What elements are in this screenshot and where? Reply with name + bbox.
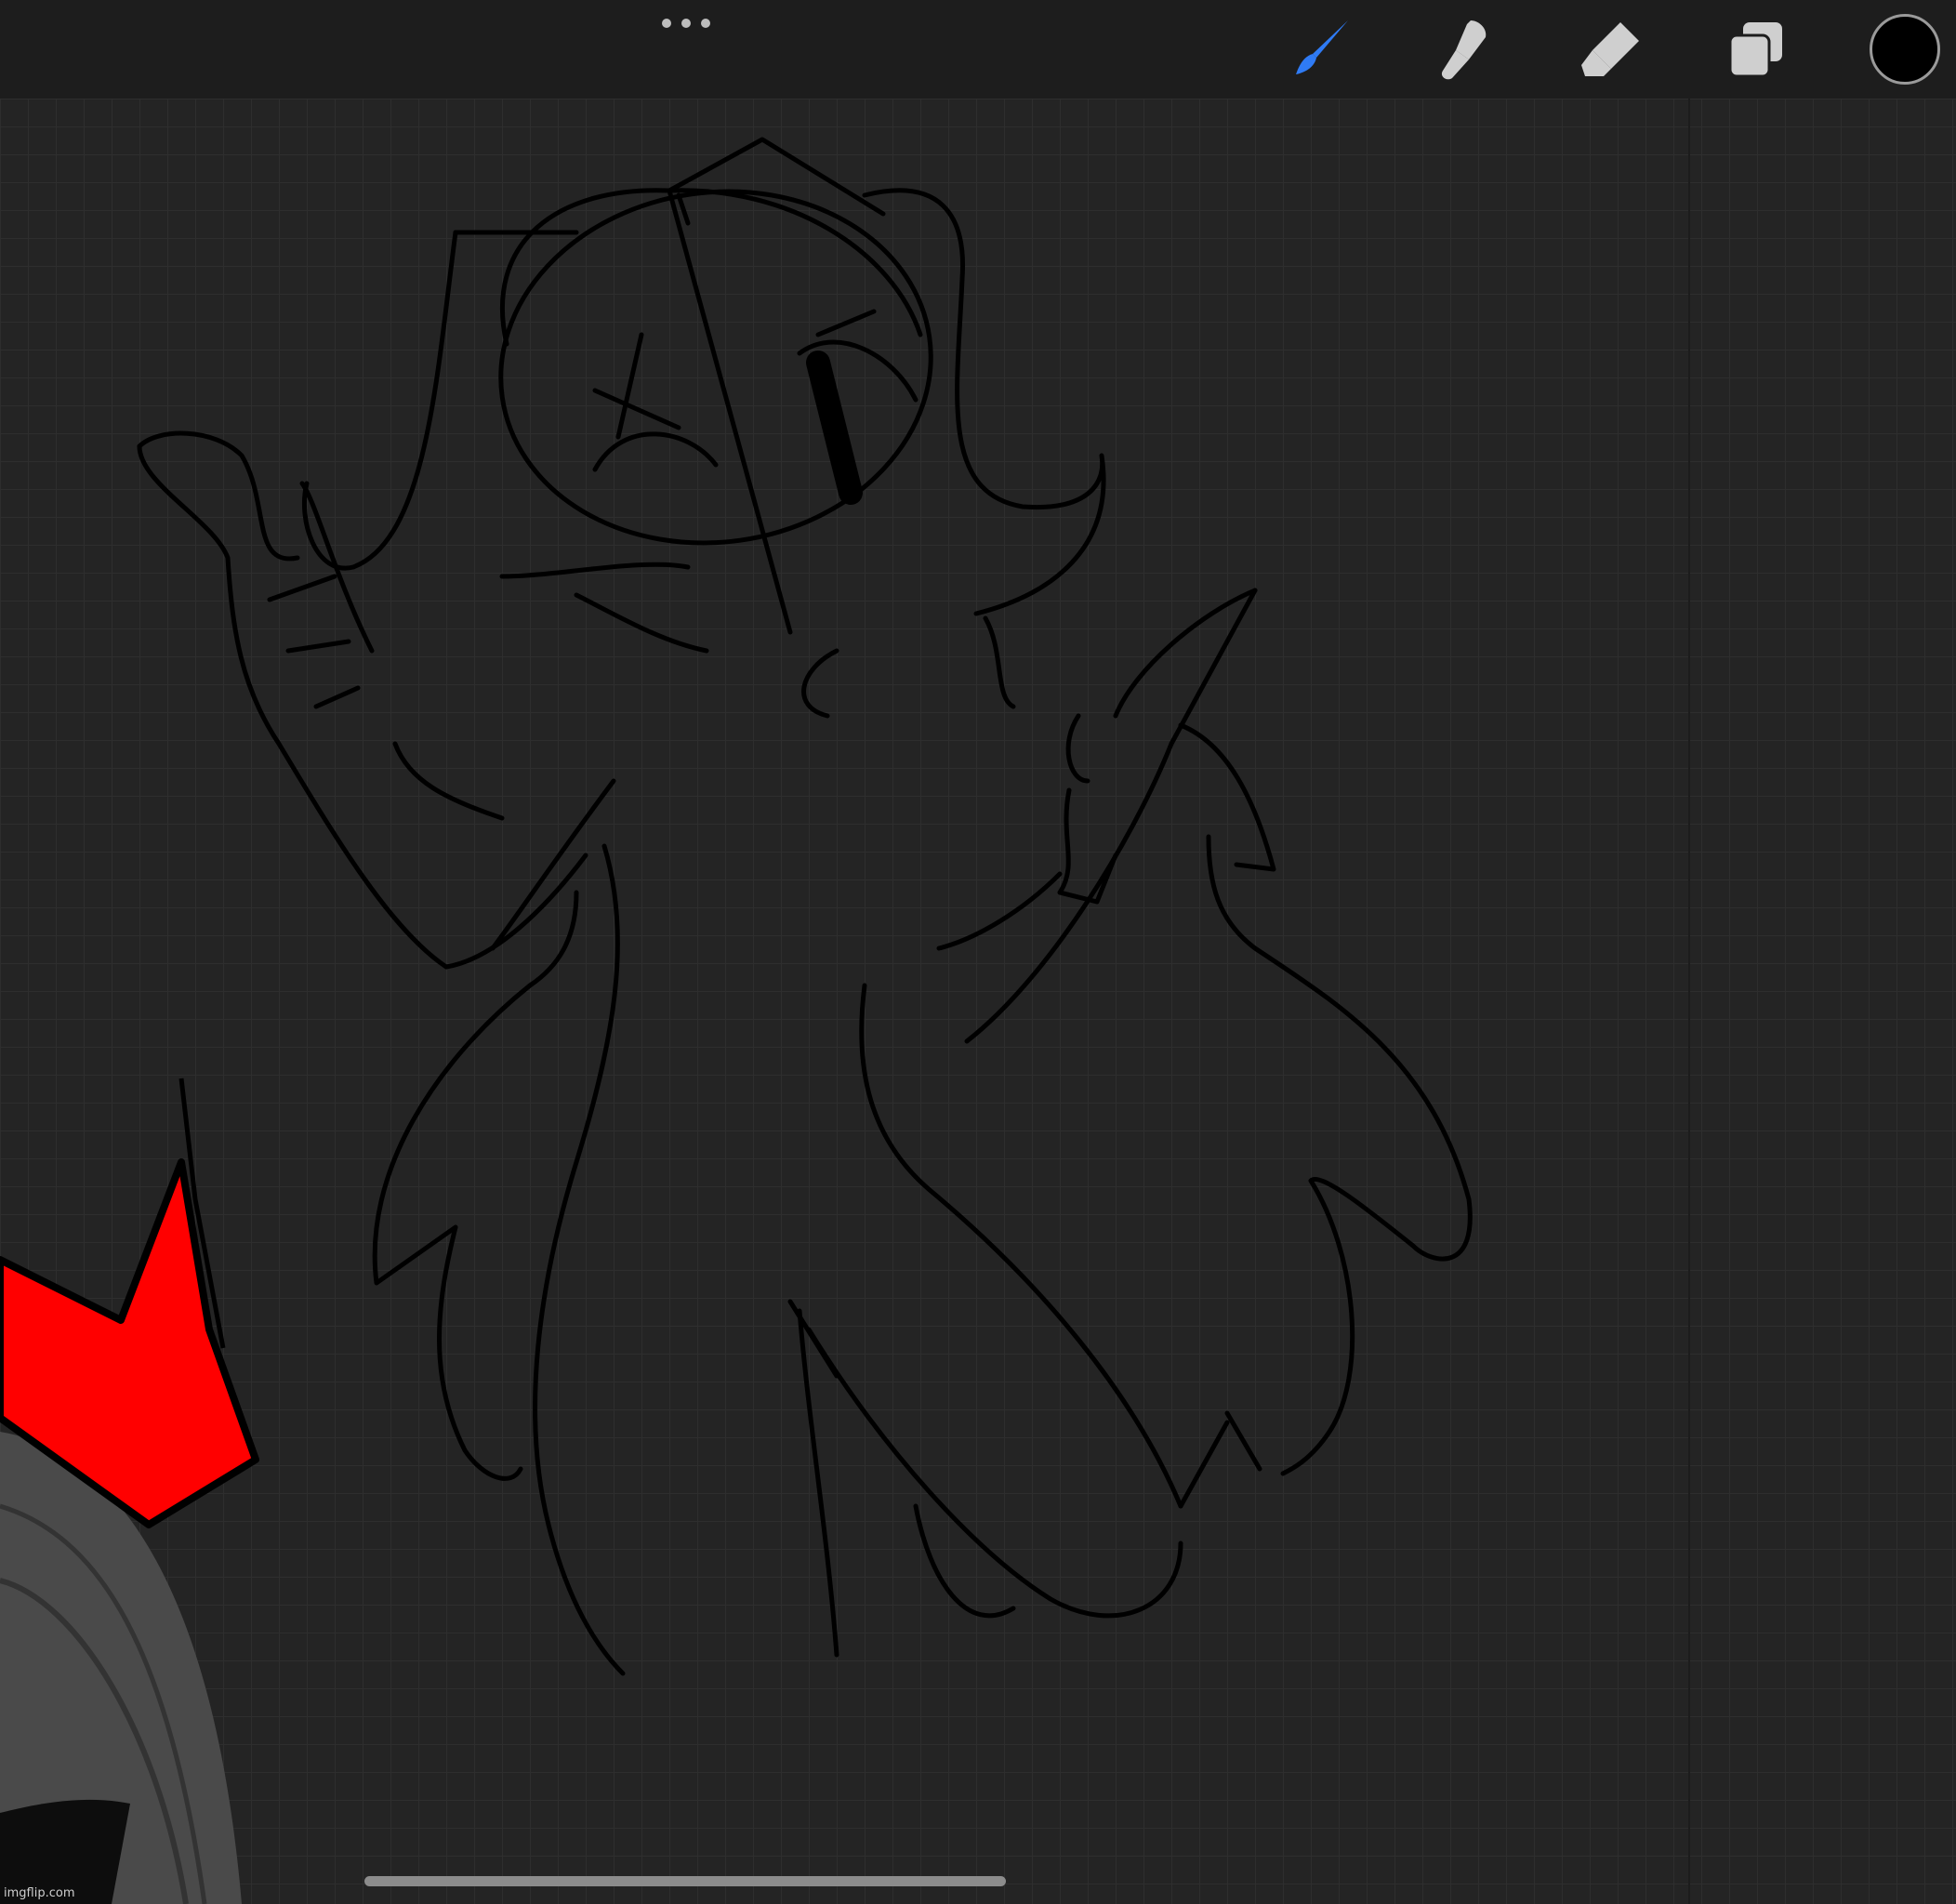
watermark-text: imgflip.com: [4, 1886, 75, 1900]
sketch-layer: [0, 137, 1473, 1904]
home-indicator[interactable]: [364, 1876, 1006, 1886]
